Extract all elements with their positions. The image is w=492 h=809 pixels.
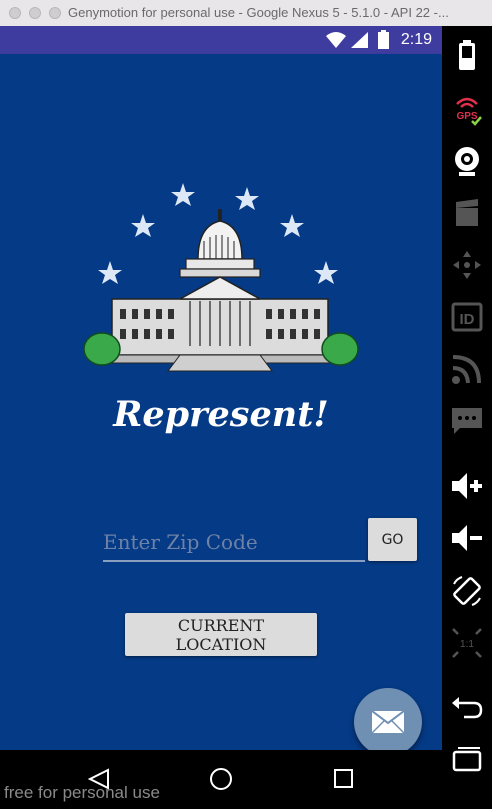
volume-up-icon[interactable]	[450, 469, 484, 503]
signal-icon	[351, 32, 368, 48]
svg-text:GPS: GPS	[456, 111, 477, 122]
fab-mail-button[interactable]	[354, 688, 422, 750]
go-button[interactable]: GO	[368, 518, 417, 561]
window-titlebar: Genymotion for personal use - Google Nex…	[0, 0, 492, 27]
battery-icon[interactable]	[450, 38, 484, 72]
webcam-icon[interactable]	[450, 144, 484, 178]
dpad-icon[interactable]	[450, 248, 484, 282]
pixel-perfect-icon[interactable]: 1:1	[450, 626, 484, 660]
star-icon	[235, 187, 259, 210]
zoom-window-button[interactable]	[49, 7, 61, 19]
watermark-text: free for personal use	[4, 783, 160, 802]
zip-code-input[interactable]	[103, 526, 365, 562]
status-bar: 2:19	[0, 26, 442, 54]
minimize-window-button[interactable]	[29, 7, 41, 19]
close-window-button[interactable]	[9, 7, 21, 19]
back-icon[interactable]	[450, 691, 484, 725]
sms-icon[interactable]	[450, 404, 484, 438]
device-screen: 2:19 Represent! Enter Zip Code GO CURREN…	[0, 26, 442, 750]
volume-down-icon[interactable]	[450, 521, 484, 555]
status-time: 2:19	[400, 31, 432, 48]
device-id-icon[interactable]: ID	[450, 300, 484, 334]
home-icon[interactable]	[210, 768, 232, 790]
rotate-icon[interactable]	[450, 574, 484, 608]
star-icon	[131, 214, 155, 237]
mail-icon	[372, 711, 404, 733]
app-bar	[0, 54, 442, 122]
star-icon	[171, 183, 195, 206]
star-icon	[280, 214, 304, 237]
current-location-button[interactable]: CURRENT LOCATION	[125, 613, 317, 656]
svg-text:ID: ID	[460, 311, 475, 328]
battery-icon	[378, 30, 389, 49]
capitol-logo	[83, 183, 359, 372]
gps-icon[interactable]: GPS	[450, 94, 484, 128]
app-title: Represent!	[113, 394, 329, 435]
svg-text:1:1: 1:1	[460, 639, 474, 650]
window-title: Genymotion for personal use - Google Nex…	[68, 5, 449, 20]
recents-icon[interactable]	[334, 769, 353, 788]
network-icon[interactable]	[450, 352, 484, 386]
recents-icon[interactable]	[450, 744, 484, 778]
star-icon	[314, 261, 338, 284]
screencast-icon[interactable]	[450, 196, 484, 230]
star-icon	[98, 261, 122, 284]
emulator-toolbar: GPS ID 1:1	[442, 26, 492, 809]
wifi-icon	[326, 32, 346, 48]
